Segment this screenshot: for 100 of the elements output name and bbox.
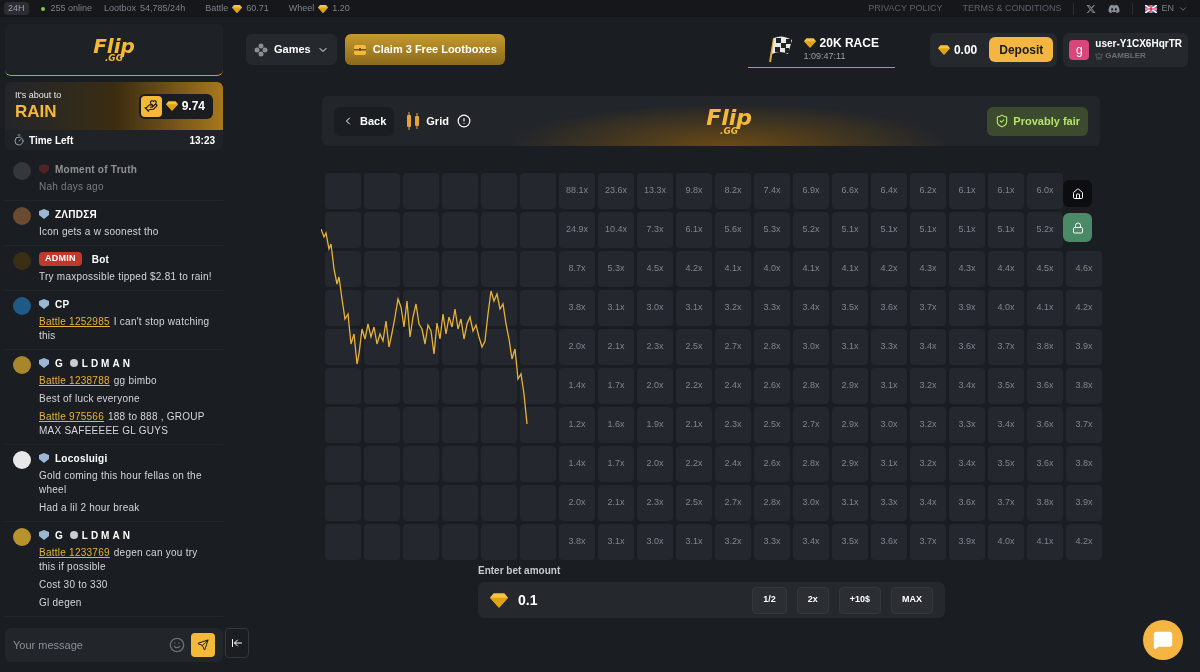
multiplier-cell[interactable]: 6.0x (1027, 173, 1063, 209)
multiplier-cell[interactable]: 2.9x (832, 368, 868, 404)
multiplier-cell[interactable]: 3.3x (754, 290, 790, 326)
info-icon[interactable] (456, 114, 471, 128)
multiplier-cell[interactable]: 2.8x (754, 485, 790, 521)
race-banner[interactable]: 20K RACE 1:09:47:11 (747, 31, 895, 68)
multiplier-cell[interactable]: 5.3x (598, 251, 634, 287)
battle-link[interactable]: Battle 1233769 (39, 547, 110, 558)
multiplier-cell[interactable]: 4.6x (1066, 251, 1102, 287)
multiplier-cell[interactable]: 2.8x (754, 329, 790, 365)
multiplier-cell[interactable]: 3.4x (949, 446, 985, 482)
footer-link[interactable]: TERMS & CONDITIONS (962, 1, 1062, 16)
grid-cell[interactable] (442, 329, 478, 365)
multiplier-cell[interactable]: 3.6x (949, 329, 985, 365)
multiplier-cell[interactable]: 4.0x (988, 290, 1024, 326)
multiplier-cell[interactable]: 10.4x (598, 212, 634, 248)
multiplier-cell[interactable]: 7.4x (754, 173, 790, 209)
multiplier-cell[interactable]: 4.0x (988, 524, 1024, 560)
grid-cell[interactable] (520, 368, 556, 404)
grid-cell[interactable] (520, 407, 556, 443)
back-button[interactable]: Back (334, 106, 395, 136)
footer-link[interactable]: PRIVACY POLICY (868, 1, 943, 16)
multiplier-cell[interactable]: 5.1x (910, 212, 946, 248)
period-badge[interactable]: 24H (4, 1, 29, 16)
chat-bubble-button[interactable] (1143, 620, 1183, 660)
multiplier-cell[interactable]: 4.1x (1027, 290, 1063, 326)
multiplier-cell[interactable]: 2.7x (715, 485, 751, 521)
multiplier-cell[interactable]: 3.1x (832, 329, 868, 365)
multiplier-cell[interactable]: 2.6x (754, 446, 790, 482)
multiplier-cell[interactable]: 6.6x (832, 173, 868, 209)
collapse-sidebar-button[interactable] (225, 628, 249, 658)
multiplier-cell[interactable]: 3.6x (1027, 446, 1063, 482)
multiplier-cell[interactable]: 6.4x (871, 173, 907, 209)
multiplier-cell[interactable]: 4.2x (1066, 290, 1102, 326)
multiplier-cell[interactable]: 4.0x (754, 251, 790, 287)
multiplier-cell[interactable]: 3.9x (1066, 329, 1102, 365)
games-button[interactable]: Games (246, 34, 337, 65)
multiplier-cell[interactable]: 3.1x (871, 368, 907, 404)
multiplier-cell[interactable]: 3.8x (1066, 446, 1102, 482)
multiplier-cell[interactable]: 1.6x (598, 407, 634, 443)
multiplier-cell[interactable]: 2.2x (676, 446, 712, 482)
grid-cell[interactable] (442, 290, 478, 326)
grid-cell[interactable] (325, 290, 361, 326)
multiplier-cell[interactable]: 4.5x (637, 251, 673, 287)
multiplier-cell[interactable]: 1.9x (637, 407, 673, 443)
multiplier-cell[interactable]: 3.4x (910, 485, 946, 521)
multiplier-cell[interactable]: 4.2x (676, 251, 712, 287)
multiplier-cell[interactable]: 5.2x (793, 212, 829, 248)
multiplier-cell[interactable]: 3.0x (793, 329, 829, 365)
multiplier-cell[interactable]: 3.0x (637, 290, 673, 326)
multiplier-cell[interactable]: 5.1x (988, 212, 1024, 248)
multiplier-cell[interactable]: 3.9x (1066, 485, 1102, 521)
multiplier-cell[interactable]: 3.4x (949, 368, 985, 404)
multiplier-cell[interactable]: 8.7x (559, 251, 595, 287)
multiplier-cell[interactable]: 4.5x (1027, 251, 1063, 287)
multiplier-cell[interactable]: 5.1x (871, 212, 907, 248)
message-field[interactable]: Your message (5, 628, 223, 662)
user-pill[interactable]: g user-Y1CX6HqrTR GAMBLER (1063, 32, 1188, 67)
multiplier-cell[interactable]: 2.5x (676, 329, 712, 365)
multiplier-cell[interactable]: 3.5x (988, 446, 1024, 482)
grid-cell[interactable] (325, 212, 361, 248)
multiplier-cell[interactable]: 3.9x (949, 290, 985, 326)
battle-link[interactable]: Battle 1252985 (39, 316, 110, 327)
multiplier-cell[interactable]: 3.7x (910, 524, 946, 560)
multiplier-cell[interactable]: 4.2x (1066, 524, 1102, 560)
x-logo-icon[interactable] (1086, 3, 1097, 14)
multiplier-cell[interactable]: 2.3x (637, 329, 673, 365)
multiplier-cell[interactable]: 5.1x (832, 212, 868, 248)
multiplier-cell[interactable]: 4.2x (871, 251, 907, 287)
multiplier-cell[interactable]: 3.5x (832, 524, 868, 560)
multiplier-cell[interactable]: 3.8x (1027, 485, 1063, 521)
multiplier-cell[interactable]: 4.3x (949, 251, 985, 287)
multiplier-cell[interactable]: 3.1x (676, 524, 712, 560)
multiplier-cell[interactable]: 3.3x (871, 329, 907, 365)
multiplier-cell[interactable]: 3.1x (832, 485, 868, 521)
battle-link[interactable]: Battle 1238788 (39, 375, 110, 386)
bet-modifier-button[interactable]: +10$ (838, 586, 881, 614)
multiplier-cell[interactable]: 3.8x (559, 290, 595, 326)
multiplier-cell[interactable]: 3.3x (949, 407, 985, 443)
message-input[interactable]: Your message (13, 636, 163, 654)
multiplier-cell[interactable]: 6.9x (793, 173, 829, 209)
multiplier-cell[interactable]: 2.3x (715, 407, 751, 443)
multiplier-cell[interactable]: 3.1x (598, 524, 634, 560)
multiplier-cell[interactable]: 3.2x (910, 368, 946, 404)
multiplier-cell[interactable]: 3.3x (754, 524, 790, 560)
multiplier-cell[interactable]: 2.8x (793, 446, 829, 482)
multiplier-cell[interactable]: 2.7x (715, 329, 751, 365)
multiplier-cell[interactable]: 5.6x (715, 212, 751, 248)
lock-button[interactable] (1063, 213, 1092, 242)
multiplier-cell[interactable]: 13.3x (637, 173, 673, 209)
multiplier-cell[interactable]: 88.1x (559, 173, 595, 209)
multiplier-cell[interactable]: 2.5x (676, 485, 712, 521)
grid-cell[interactable] (364, 290, 400, 326)
multiplier-cell[interactable]: 3.0x (637, 524, 673, 560)
bet-modifier-button[interactable]: MAX (891, 586, 933, 614)
home-button[interactable] (1063, 180, 1092, 207)
multiplier-cell[interactable]: 3.4x (793, 524, 829, 560)
multiplier-cell[interactable]: 3.5x (988, 368, 1024, 404)
discord-icon[interactable] (1108, 2, 1121, 15)
multiplier-cell[interactable]: 4.1x (715, 251, 751, 287)
